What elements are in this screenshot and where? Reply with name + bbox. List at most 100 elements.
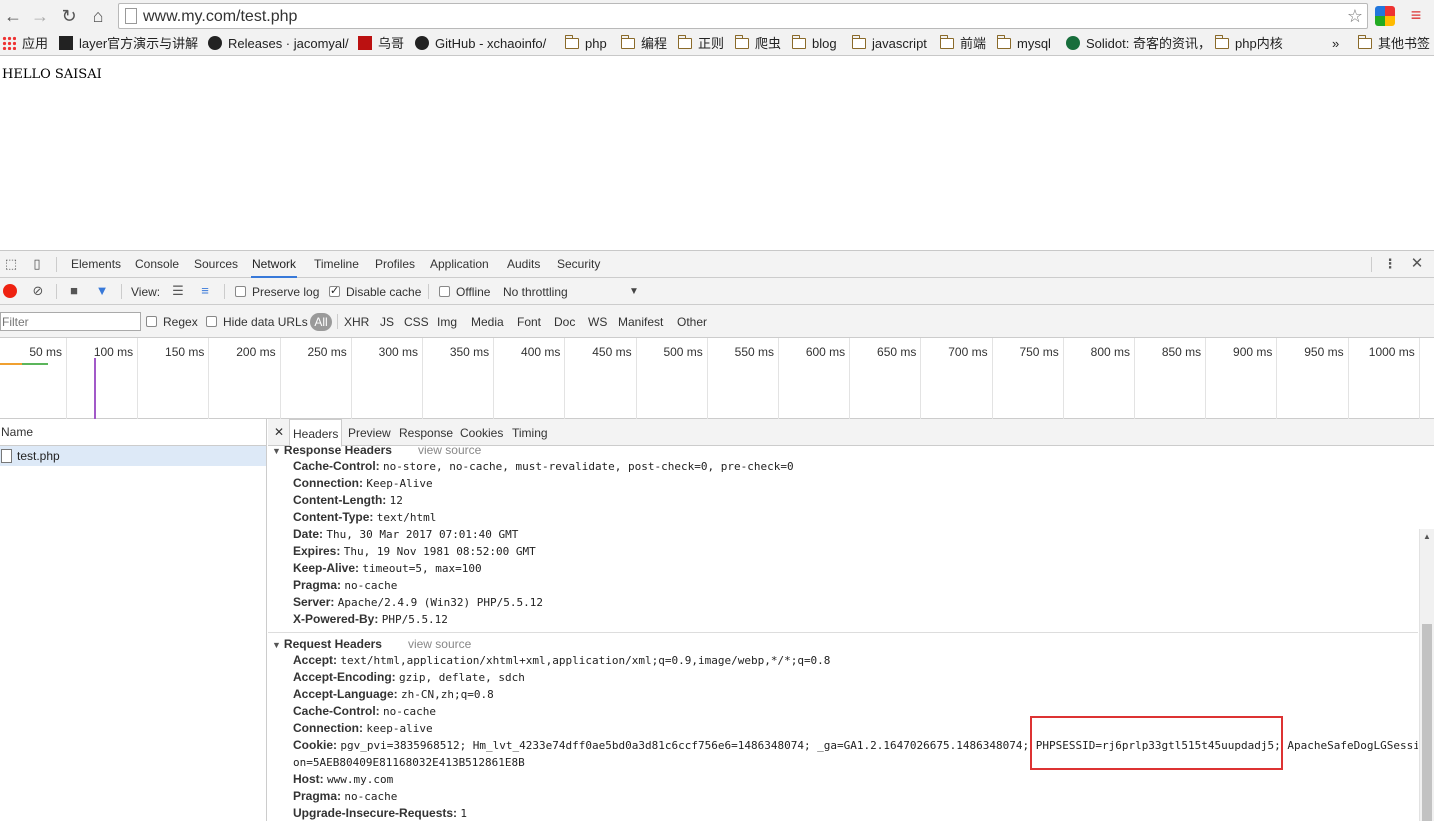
timeline-tick-label: 1000 ms [1368,345,1415,359]
scroll-up-icon[interactable]: ▲ [1423,532,1431,541]
browser-menu-icon[interactable]: ≡ [1408,5,1424,25]
response-headers-section[interactable]: ▼ Response Headers view source [272,446,481,457]
forward-arrow-icon[interactable]: → [28,4,52,28]
filter-type-media[interactable]: Media [471,315,504,329]
checkbox-label: Hide data URLs [223,315,308,329]
tab-elements[interactable]: Elements [70,251,122,278]
filter-type-font[interactable]: Font [517,315,541,329]
divider [268,632,1418,633]
clear-icon[interactable]: ⊘ [31,284,45,298]
timeline-gridline [778,338,779,419]
tab-preview[interactable]: Preview [348,419,391,446]
bookmark-folder-frontend[interactable]: 前端 [939,35,986,53]
timeline-gridline [1205,338,1207,419]
view-source-link[interactable]: view source [418,446,481,457]
request-headers-section[interactable]: ▼ Request Headers view source [272,637,471,651]
more-options-icon[interactable]: ⋮ [1383,257,1397,271]
tab-sources[interactable]: Sources [193,251,239,278]
bookmark-layer[interactable]: layer官方演示与讲解 [59,35,198,53]
filter-type-css[interactable]: CSS [404,315,429,329]
bookmark-releases[interactable]: Releases · jacomyal/ [208,35,349,53]
offline-checkbox[interactable]: Offline [439,285,490,299]
checkbox[interactable] [146,316,157,327]
checkbox[interactable] [329,284,340,298]
filter-type-other[interactable]: Other [677,315,707,329]
bookmark-folder-php-kernel[interactable]: php内核 [1214,35,1283,53]
header-row: Server: Apache/2.4.9 (Win32) PHP/5.5.12 [293,594,543,611]
reload-icon[interactable]: ↻ [57,4,81,28]
checkbox[interactable] [235,286,246,297]
bookmark-folder-blog[interactable]: blog [791,35,837,53]
close-detail-icon[interactable]: ✕ [274,425,284,439]
column-header-name[interactable]: Name [0,419,266,446]
request-list: Name test.php [0,419,267,821]
bookmark-folder-php[interactable]: php [564,35,607,53]
filter-type-img[interactable]: Img [437,315,457,329]
large-rows-icon[interactable]: ☰ [171,284,185,298]
view-source-link[interactable]: view source [408,637,471,651]
home-icon[interactable]: ⌂ [86,4,110,28]
timeline-overview[interactable]: 50 ms 100 ms 150 ms 200 ms 250 ms 300 ms 350 m… [0,338,1434,419]
tab-security[interactable]: Security [556,251,601,278]
bookmark-folder-coding[interactable]: 编程 [620,35,667,53]
headers-scrollbar[interactable]: ▲ [1419,529,1434,821]
inspect-element-icon[interactable]: ⬚ [4,257,18,271]
bookmark-folder-mysql[interactable]: mysql [996,35,1051,53]
filter-type-xhr[interactable]: XHR [344,315,369,329]
timeline-gridline [350,338,352,419]
divider [56,257,57,272]
disable-cache-checkbox[interactable]: Disable cache [329,284,421,299]
bookmark-other[interactable]: 其他书签 [1357,35,1430,53]
bookmark-folder-javascript[interactable]: javascript [851,35,927,53]
filter-input[interactable] [0,312,141,331]
bookmark-apps[interactable]: 应用 [2,35,48,53]
bookmarks-overflow-button[interactable]: » [1332,35,1339,53]
bookmark-star-icon[interactable]: ☆ [1347,5,1363,27]
regex-checkbox[interactable]: Regex [146,315,198,329]
scroll-thumb[interactable] [1422,624,1432,821]
filter-type-ws[interactable]: WS [588,315,607,329]
tab-timeline[interactable]: Timeline [313,251,360,278]
tab-audits[interactable]: Audits [506,251,541,278]
timeline-gridline [706,338,708,419]
header-key: Content-Length: [293,493,387,507]
filter-funnel-icon[interactable]: ▼ [95,284,109,298]
hide-data-urls-checkbox[interactable]: Hide data URLs [206,315,308,329]
address-bar[interactable]: www.my.com/test.php ☆ [118,3,1368,29]
extension-icon[interactable] [1375,6,1395,26]
capture-screenshots-icon[interactable]: ■ [67,284,81,298]
preserve-log-checkbox[interactable]: Preserve log [235,285,319,299]
tab-network[interactable]: Network [251,251,298,278]
request-name: test.php [17,449,60,463]
timeline-tick-label: 800 ms [1090,345,1130,359]
filter-type-js[interactable]: JS [380,315,394,329]
bookmark-github-xchaoinfo[interactable]: GitHub - xchaoinfo/ [415,35,546,53]
header-value: PHP/5.5.12 [381,613,448,626]
tab-response[interactable]: Response [399,419,453,446]
device-mode-icon[interactable]: ▯ [30,257,44,271]
header-value: Apache/2.4.9 (Win32) PHP/5.5.12 [337,596,544,609]
overview-waterfall-icon[interactable]: ≡ [198,284,212,298]
checkbox[interactable] [206,316,217,327]
filter-type-manifest[interactable]: Manifest [618,315,663,329]
tab-headers[interactable]: Headers [289,419,343,447]
back-arrow-icon[interactable]: ← [1,4,25,28]
tab-cookies[interactable]: Cookies [460,419,503,446]
tab-profiles[interactable]: Profiles [374,251,416,278]
tab-timing[interactable]: Timing [512,419,548,446]
close-devtools-icon[interactable]: ✕ [1410,256,1424,271]
tab-console[interactable]: Console [134,251,180,278]
tab-application[interactable]: Application [429,251,490,278]
record-icon[interactable] [3,284,17,298]
bookmark-folder-regex[interactable]: 正则 [677,35,724,53]
request-row[interactable]: test.php [0,446,266,466]
filter-type-all[interactable]: All [310,313,332,331]
bookmark-folder-crawler[interactable]: 爬虫 [734,35,781,53]
throttling-select[interactable]: No throttling ▼ [503,285,639,299]
header-value: no-cache [344,790,398,803]
checkbox[interactable] [439,286,450,297]
filter-type-doc[interactable]: Doc [554,315,575,329]
solidot-icon [1066,36,1080,50]
bookmark-solidot[interactable]: Solidot: 奇客的资讯， [1066,35,1211,53]
bookmark-wuge[interactable]: 乌哥 [358,35,404,53]
